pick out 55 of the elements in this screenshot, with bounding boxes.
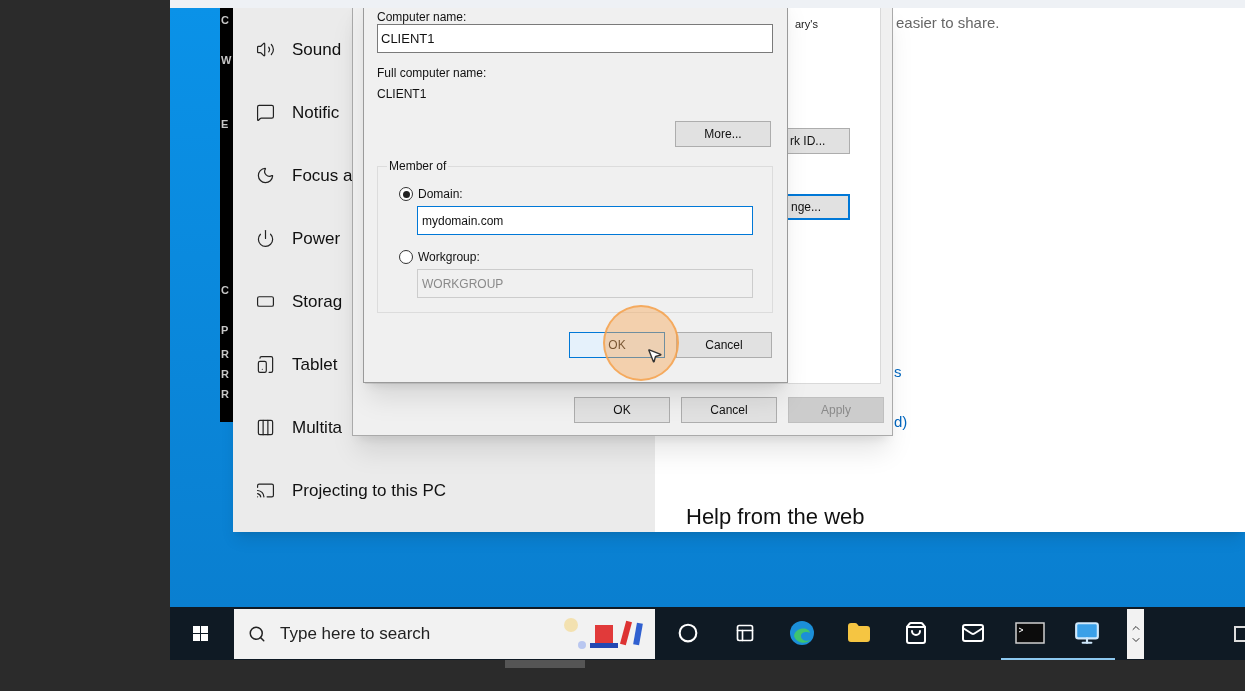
terminal-text: R — [221, 347, 229, 361]
settings-link[interactable]: s — [894, 361, 902, 384]
computer-name-input[interactable]: CLIENT1 — [377, 24, 773, 53]
radio-label[interactable]: Domain: — [418, 186, 463, 202]
windows-logo-icon[interactable] — [193, 626, 208, 641]
description-text: easier to share. — [896, 13, 1000, 33]
shopping-bag-icon[interactable] — [903, 620, 928, 645]
terminal-text: W — [221, 53, 232, 67]
monitor-icon[interactable] — [1073, 619, 1100, 646]
tablet-icon[interactable] — [256, 355, 275, 374]
settings-nav-item[interactable]: Sound — [292, 36, 342, 63]
settings-nav-item[interactable]: Projecting to this PC — [292, 477, 446, 504]
settings-nav-item[interactable]: Storag — [292, 288, 343, 315]
search-field[interactable]: Type here to search — [234, 608, 655, 659]
terminal-text: R — [221, 387, 229, 401]
field-label: Computer name: — [377, 10, 468, 24]
full-name-text: CLIENT1 — [377, 86, 428, 102]
screens-icon[interactable] — [256, 481, 275, 500]
power-icon[interactable] — [256, 229, 275, 248]
dialog-button[interactable]: Cancel — [681, 397, 777, 423]
settings-nav-item[interactable]: Power — [292, 225, 341, 252]
dialog-button[interactable]: OK — [574, 397, 670, 423]
desktop-icon[interactable] — [1233, 624, 1245, 643]
moon-icon[interactable] — [256, 166, 275, 185]
terminal-text: C — [221, 13, 229, 27]
task-view-icon[interactable] — [734, 622, 755, 643]
terminal-text: P — [221, 323, 229, 337]
columns-icon[interactable] — [256, 418, 275, 437]
settings-nav-item[interactable]: Focus a — [292, 162, 353, 189]
circle-icon[interactable] — [677, 622, 698, 643]
radio-button[interactable] — [399, 250, 413, 264]
terminal-icon[interactable] — [1014, 621, 1045, 644]
settings-link[interactable]: d) — [894, 411, 908, 434]
terminal-text: R — [221, 367, 229, 381]
folder-icon[interactable] — [846, 620, 871, 645]
more-button[interactable]: More... — [675, 121, 771, 147]
speech-bubble-icon[interactable] — [256, 103, 275, 122]
section-heading: Help from the web — [686, 504, 865, 530]
settings-nav-item[interactable]: Multita — [292, 414, 343, 441]
settings-nav-item[interactable]: Notific — [292, 99, 340, 126]
field-label: Full computer name: — [377, 65, 488, 81]
search-icon — [248, 624, 266, 643]
terminal-text: C — [221, 283, 229, 297]
settings-nav-item[interactable]: Tablet — [292, 351, 338, 378]
dialog-button[interactable]: Cancel — [676, 332, 772, 358]
description-text: ary's — [795, 17, 818, 32]
radio-label[interactable]: Workgroup: — [418, 249, 480, 265]
overflow-button[interactable] — [1127, 608, 1144, 659]
cursor-icon — [646, 347, 663, 364]
speaker-icon[interactable] — [256, 40, 275, 59]
terminal-text: E — [221, 117, 229, 131]
radio-button[interactable] — [399, 187, 413, 201]
text-input[interactable]: mydomain.com — [417, 206, 753, 235]
dialog-button[interactable]: OK — [569, 332, 665, 358]
browser-icon[interactable] — [788, 619, 815, 646]
